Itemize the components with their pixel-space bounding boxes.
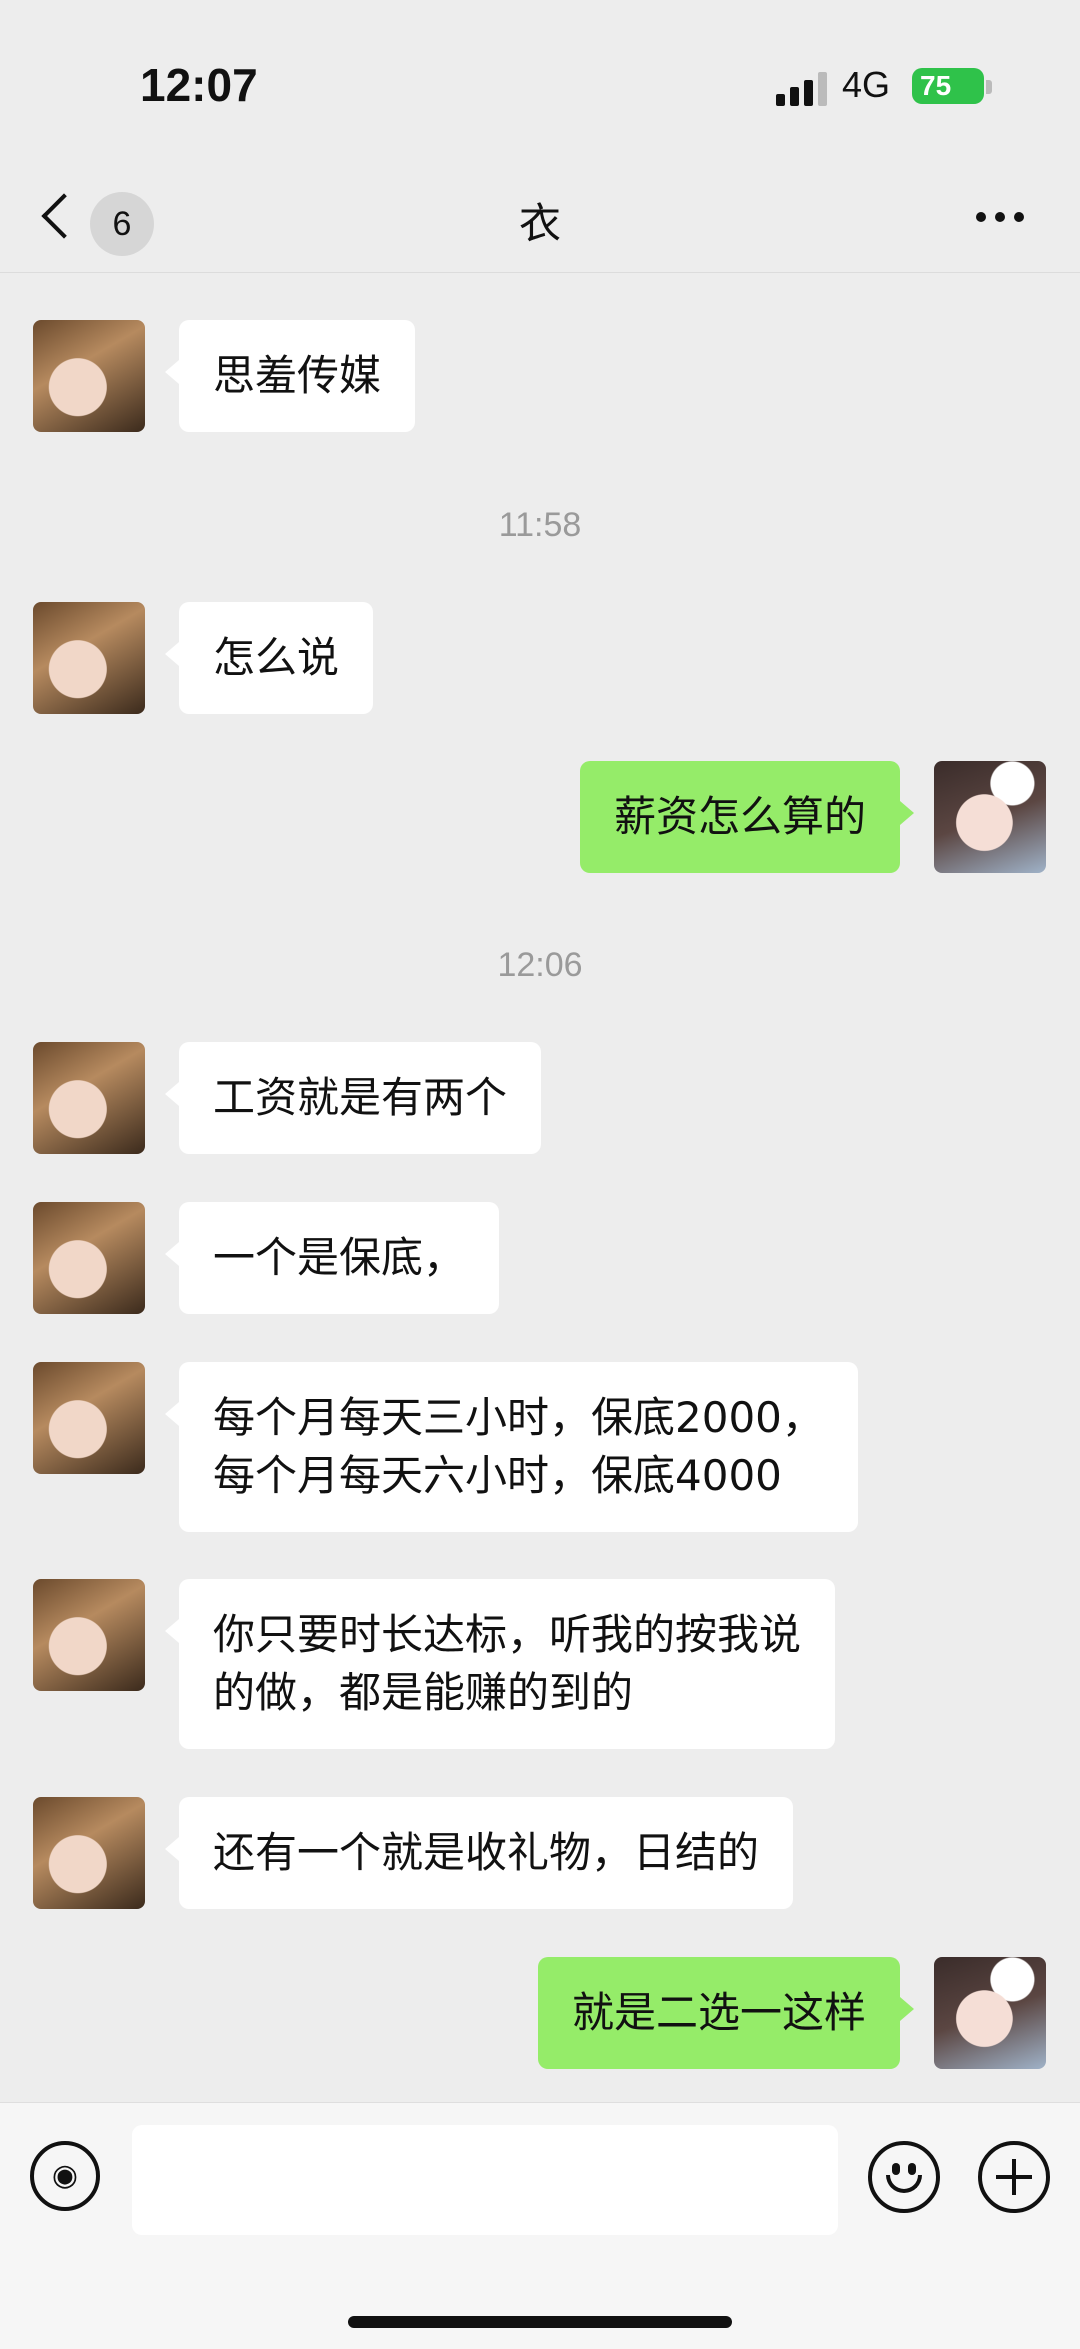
message-bubble[interactable]: 怎么说 (164, 602, 374, 714)
message-bubble[interactable]: 工资就是有两个 (164, 1042, 542, 1154)
plus-icon[interactable] (978, 2141, 1050, 2213)
message-timestamp: 11:58 (498, 506, 582, 544)
chat-title: 衣 (518, 199, 561, 248)
nav-bar: 6 衣 (0, 170, 1080, 273)
message-bubble[interactable]: 你只要时长达标，听我的按我说 的做，都是能赚的到的 (164, 1579, 836, 1749)
contact-avatar[interactable] (33, 1362, 145, 1474)
input-bar: ◉ (0, 2102, 1080, 2349)
contact-avatar[interactable] (33, 602, 145, 714)
contact-avatar[interactable] (33, 1797, 145, 1909)
self-avatar[interactable] (934, 1957, 1046, 2069)
voice-input-button[interactable]: ◉ (30, 2141, 100, 2211)
battery-icon: 75 (912, 68, 984, 104)
chat-list[interactable]: 思羞传媒 11:58 怎么说 薪资怎么算的 12:06 工资就是有两个 一个是保… (0, 272, 1080, 2102)
more-button[interactable] (970, 206, 1030, 230)
contact-avatar[interactable] (33, 1579, 145, 1691)
message-input[interactable] (132, 2125, 838, 2235)
contact-avatar[interactable] (33, 1042, 145, 1154)
message-bubble[interactable]: 思羞传媒 (164, 320, 416, 432)
message-bubble-self[interactable]: 薪资怎么算的 (579, 761, 915, 873)
message-bubble[interactable]: 还有一个就是收礼物，日结的 (164, 1797, 794, 1909)
voice-icon: ◉ (51, 2158, 79, 2193)
contact-avatar[interactable] (33, 1202, 145, 1314)
message-timestamp: 12:06 (497, 946, 583, 984)
message-bubble[interactable]: 一个是保底， (164, 1202, 500, 1314)
signal-icon (776, 72, 830, 106)
emoji-icon (892, 2163, 900, 2175)
message-bubble[interactable]: 每个月每天三小时，保底2000， 每个月每天六小时，保底4000 (165, 1362, 858, 1532)
self-avatar[interactable] (934, 761, 1046, 873)
emoji-button[interactable] (868, 2141, 940, 2213)
battery-tip (986, 80, 992, 94)
home-indicator (348, 2316, 732, 2328)
status-bar: 12:07 4G 75 (0, 0, 1080, 170)
contact-avatar[interactable] (33, 320, 145, 432)
message-bubble-self[interactable]: 就是二选一这样 (537, 1957, 915, 2069)
network-type: 4G (842, 64, 891, 105)
more-icon (976, 212, 986, 222)
status-time: 12:07 (140, 59, 258, 111)
